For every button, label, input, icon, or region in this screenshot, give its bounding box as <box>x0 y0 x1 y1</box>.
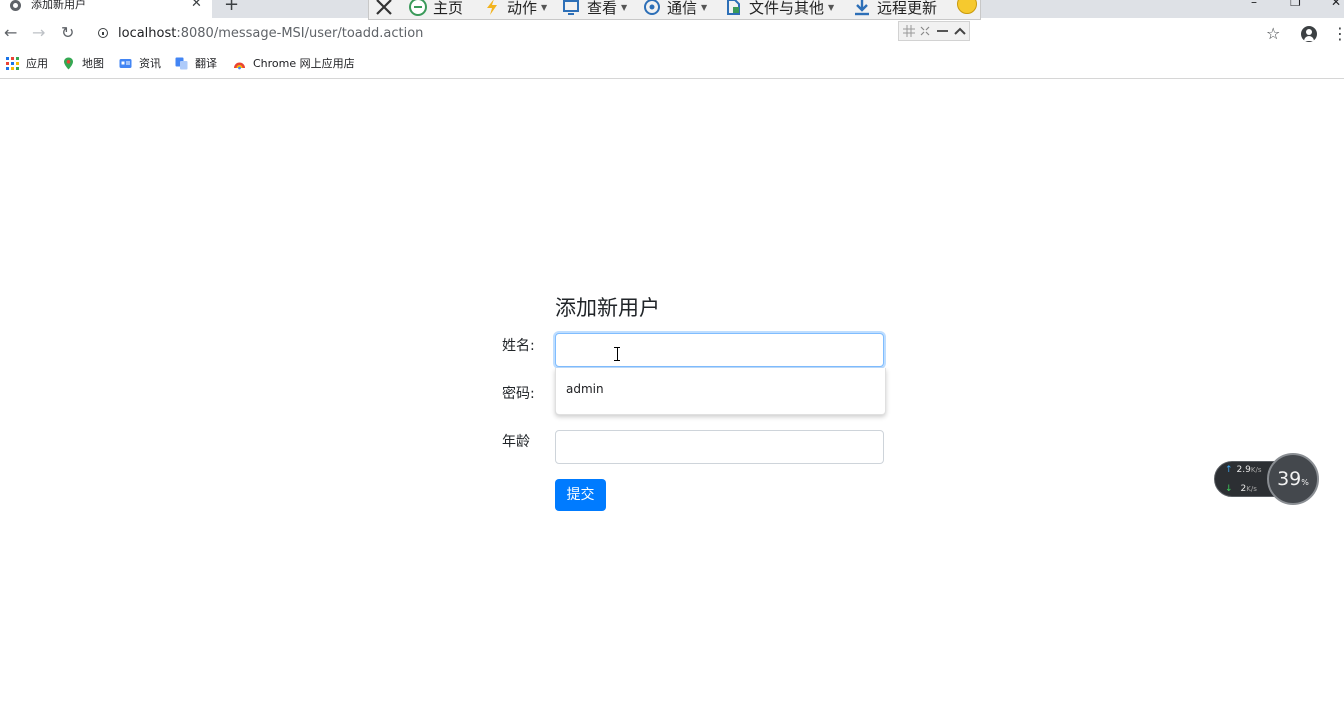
text-cursor-icon <box>614 347 620 361</box>
minimize-button[interactable]: – <box>1251 0 1257 8</box>
name-label: 姓名: <box>502 338 535 354</box>
usage-percent-unit: % <box>1301 478 1309 487</box>
remote-control-toolbar: 主页 动作 ▼ 查看 ▼ 通信 ▼ 文件与其他 ▼ 远程更新 <box>368 0 981 20</box>
toolbar-divider <box>0 78 1344 79</box>
bookmark-label: 应用 <box>26 57 48 70</box>
upload-unit: K/s <box>1250 466 1262 474</box>
file-transfer-icon <box>727 0 740 15</box>
remote-update-label: 远程更新 <box>877 0 938 17</box>
info-icon[interactable] <box>98 28 108 38</box>
more-menu-icon[interactable]: ⋮ <box>1332 24 1344 43</box>
autocomplete-dropdown: admin <box>555 368 886 415</box>
remote-home-button[interactable]: 主页 <box>409 0 463 18</box>
close-icon <box>376 0 392 15</box>
grid-icon[interactable] <box>903 25 915 37</box>
download-arrow-icon: ↓ <box>1225 484 1233 494</box>
age-label: 年龄 <box>502 434 530 450</box>
remote-window-controls <box>898 21 970 41</box>
maximize-button[interactable]: ❐ <box>1290 0 1301 8</box>
new-tab-button[interactable]: + <box>224 0 239 14</box>
chevron-down-icon: ▼ <box>541 2 548 12</box>
close-tab-button[interactable]: ✕ <box>191 0 202 11</box>
address-bar[interactable]: localhost:8080/message-MSI/user/toadd.ac… <box>118 26 423 42</box>
tab-title: 添加新用户 <box>31 0 86 11</box>
home-icon <box>409 0 427 16</box>
news-icon <box>119 58 132 68</box>
chevron-down-icon: ▼ <box>828 2 835 12</box>
bookmark-news[interactable]: 资讯 <box>119 55 161 71</box>
download-unit: K/s <box>1246 485 1257 493</box>
chevron-up-icon[interactable] <box>954 26 966 36</box>
page-title: 添加新用户 <box>555 296 660 320</box>
password-label: 密码: <box>502 386 535 402</box>
download-speed: ↓ 2K/s <box>1225 484 1257 494</box>
submit-button[interactable]: 提交 <box>555 479 606 511</box>
translate-icon <box>175 57 188 69</box>
bookmark-apps[interactable]: 应用 <box>6 55 48 71</box>
browser-tab[interactable]: 添加新用户 ✕ <box>0 0 212 18</box>
remote-action-menu[interactable]: 动作 ▼ <box>483 0 547 18</box>
apps-grid-icon <box>6 56 19 70</box>
bookmark-label: 地图 <box>82 57 104 70</box>
remote-close-button[interactable] <box>375 0 393 18</box>
remote-view-menu[interactable]: 查看 ▼ <box>563 0 627 18</box>
forward-icon[interactable]: → <box>32 24 45 42</box>
bookmark-label: 资讯 <box>139 57 161 70</box>
account-icon[interactable] <box>1301 26 1317 42</box>
upload-arrow-icon: ↑ <box>1225 465 1233 475</box>
age-input[interactable] <box>555 430 884 464</box>
reload-icon[interactable]: ↻ <box>61 24 74 42</box>
bookmark-webstore[interactable]: Chrome 网上应用店 <box>233 55 355 71</box>
chevron-down-icon: ▼ <box>621 2 628 12</box>
close-window-button[interactable]: ✕ <box>1331 0 1341 8</box>
bookmark-maps[interactable]: 地图 <box>62 55 104 71</box>
remote-view-label: 查看 <box>587 0 618 17</box>
remote-files-label: 文件与其他 <box>749 0 825 17</box>
globe-icon <box>10 0 21 11</box>
autocomplete-suggestion[interactable]: admin <box>566 382 604 397</box>
bookmark-label: Chrome 网上应用店 <box>253 57 355 70</box>
smiley-icon[interactable] <box>957 0 977 14</box>
upload-speed: ↑ 2.9K/s <box>1225 465 1261 475</box>
monitor-icon <box>563 0 579 15</box>
name-input[interactable] <box>555 333 884 367</box>
bookmark-translate[interactable]: 翻译 <box>175 55 217 71</box>
upload-value: 2.9 <box>1236 465 1251 475</box>
url-host: localhost <box>118 26 177 41</box>
chevron-down-icon: ▼ <box>701 2 708 12</box>
remote-action-label: 动作 <box>507 0 538 17</box>
bookmark-star-icon[interactable]: ☆ <box>1266 24 1280 43</box>
remote-home-label: 主页 <box>433 0 464 17</box>
chrome-webstore-icon <box>234 62 245 69</box>
shrink-icon[interactable] <box>920 26 930 36</box>
bookmark-label: 翻译 <box>195 57 217 70</box>
remote-comm-label: 通信 <box>667 0 698 17</box>
usage-percent: 39 <box>1277 468 1302 490</box>
usage-gauge[interactable]: 39% <box>1267 453 1319 505</box>
chat-icon <box>644 0 660 15</box>
remote-comm-menu[interactable]: 通信 ▼ <box>643 0 707 18</box>
lightning-icon <box>487 0 497 15</box>
url-path: :8080/message-MSI/user/toadd.action <box>176 26 424 41</box>
remote-update-button[interactable]: 远程更新 <box>853 0 937 18</box>
remote-files-menu[interactable]: 文件与其他 ▼ <box>725 0 834 18</box>
maps-icon <box>64 57 73 69</box>
back-icon[interactable]: ← <box>4 24 17 42</box>
minimize-icon[interactable] <box>937 26 948 36</box>
download-icon <box>855 0 869 16</box>
